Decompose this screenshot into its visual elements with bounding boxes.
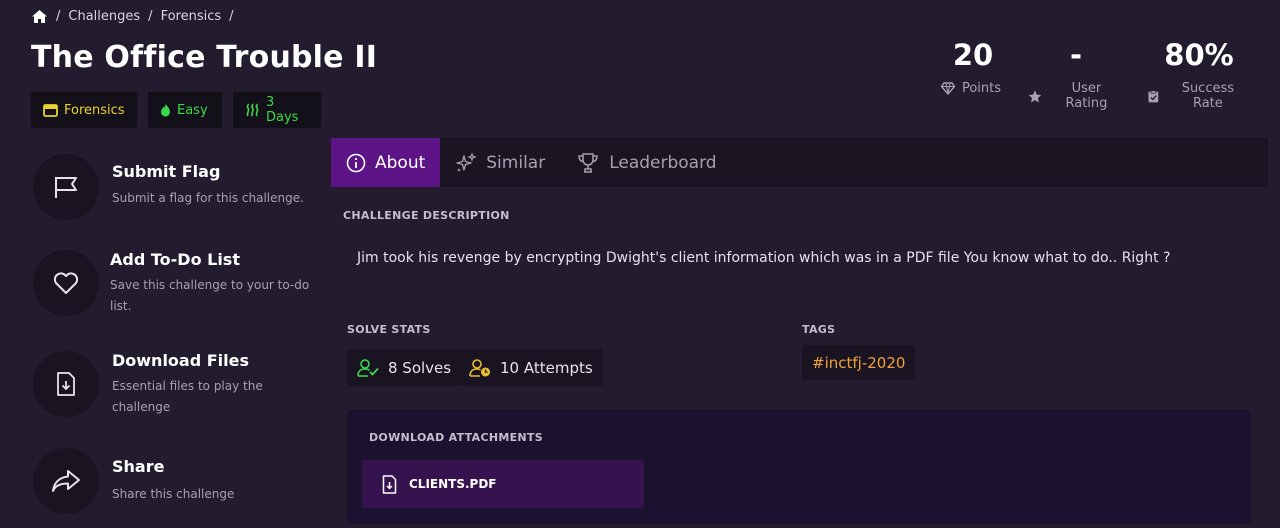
challenge-badges: Forensics Easy 3 Days [31,92,321,128]
solves-count: 8 Solves [347,349,462,386]
trophy-icon [578,152,598,173]
attachment-file-name: CLIENTS.PDF [409,477,497,491]
user-rating-label: User Rating [1065,81,1108,111]
challenge-tabs: About Similar Leaderboard [331,138,1268,187]
age-label: 3 Days [266,95,299,125]
breadcrumb-separator: / [56,9,61,24]
category-badge[interactable]: Forensics [31,92,137,128]
breadcrumb-challenges[interactable]: Challenges [68,9,140,24]
share-desc: Share this challenge [112,487,235,501]
difficulty-label: Easy [177,102,208,118]
difficulty-badge: Easy [148,92,222,128]
success-rate-value: 80% [1164,38,1234,72]
tab-leaderboard[interactable]: Leaderboard [560,138,731,187]
success-rate-label: Success Rate [1181,81,1235,111]
download-attachment-button[interactable]: CLIENTS.PDF [362,460,644,508]
solves-label: 8 Solves [388,358,452,377]
add-todo-desc: Save this challenge to your to-do list. [110,278,310,313]
add-todo-title: Add To-Do List [110,250,240,269]
flag-icon [55,177,77,198]
user-rating-stat: - User Rating [1028,38,1124,111]
solve-stats-heading: SOLVE STATS [347,323,431,336]
info-icon [346,153,366,172]
share-icon [52,470,80,492]
user-check-icon [357,358,379,377]
share-title: Share [112,457,165,476]
submit-flag-title: Submit Flag [112,162,221,181]
age-badge: 3 Days [233,92,321,128]
submit-flag-desc: Submit a flag for this challenge. [112,191,304,205]
clipboard-check-icon [1148,89,1159,102]
category-label: Forensics [64,102,125,118]
points-stat: 20 Points [940,38,1004,96]
category-icon [43,104,58,117]
user-clock-icon [469,358,490,377]
challenge-description: Jim took his revenge by encrypting Dwigh… [357,250,1171,266]
tab-similar-label: Similar [486,152,546,173]
tab-leaderboard-label: Leaderboard [609,152,717,173]
steam-icon [246,103,259,117]
breadcrumb: / Challenges / Forensics / [31,9,242,24]
breadcrumb-separator: / [148,9,153,24]
tab-about[interactable]: About [331,138,441,187]
flame-icon [161,104,170,117]
file-download-icon [382,474,397,494]
file-download-icon [57,372,75,396]
user-rating-value: - [1069,38,1083,72]
diamond-icon [940,82,955,95]
download-files-desc: Essential files to play the challenge [112,379,263,414]
download-files-button[interactable] [33,351,99,417]
submit-flag-action[interactable]: Submit Flag Submit a flag for this chall… [33,154,312,220]
points-value: 20 [952,38,994,72]
add-todo-button[interactable] [33,250,99,316]
home-icon[interactable] [31,9,48,24]
share-action[interactable]: Share Share this challenge [33,448,312,514]
breadcrumb-separator: / [229,9,234,24]
star-icon [1028,90,1042,102]
attempts-label: 10 Attempts [500,358,593,377]
description-heading: CHALLENGE DESCRIPTION [343,209,510,222]
sparkles-icon [456,152,478,172]
points-label: Points [961,81,1002,96]
submit-flag-button[interactable] [33,154,99,220]
tags-heading: TAGS [802,323,836,336]
breadcrumb-forensics[interactable]: Forensics [161,9,222,24]
attachments-heading: DOWNLOAD ATTACHMENTS [369,431,543,444]
tag-chip[interactable]: #inctfj-2020 [802,345,916,380]
attempts-count: 10 Attempts [459,349,603,386]
download-files-title: Download Files [112,351,250,370]
add-todo-action[interactable]: Add To-Do List Save this challenge to yo… [33,250,310,317]
tab-similar[interactable]: Similar [440,138,560,187]
tab-about-label: About [375,152,426,173]
page-title: The Office Trouble II [31,40,378,75]
download-files-action[interactable]: Download Files Essential files to play t… [33,351,282,418]
heart-icon [53,271,79,294]
success-rate-stat: 80% Success Rate [1148,38,1250,111]
share-button[interactable] [33,448,99,514]
